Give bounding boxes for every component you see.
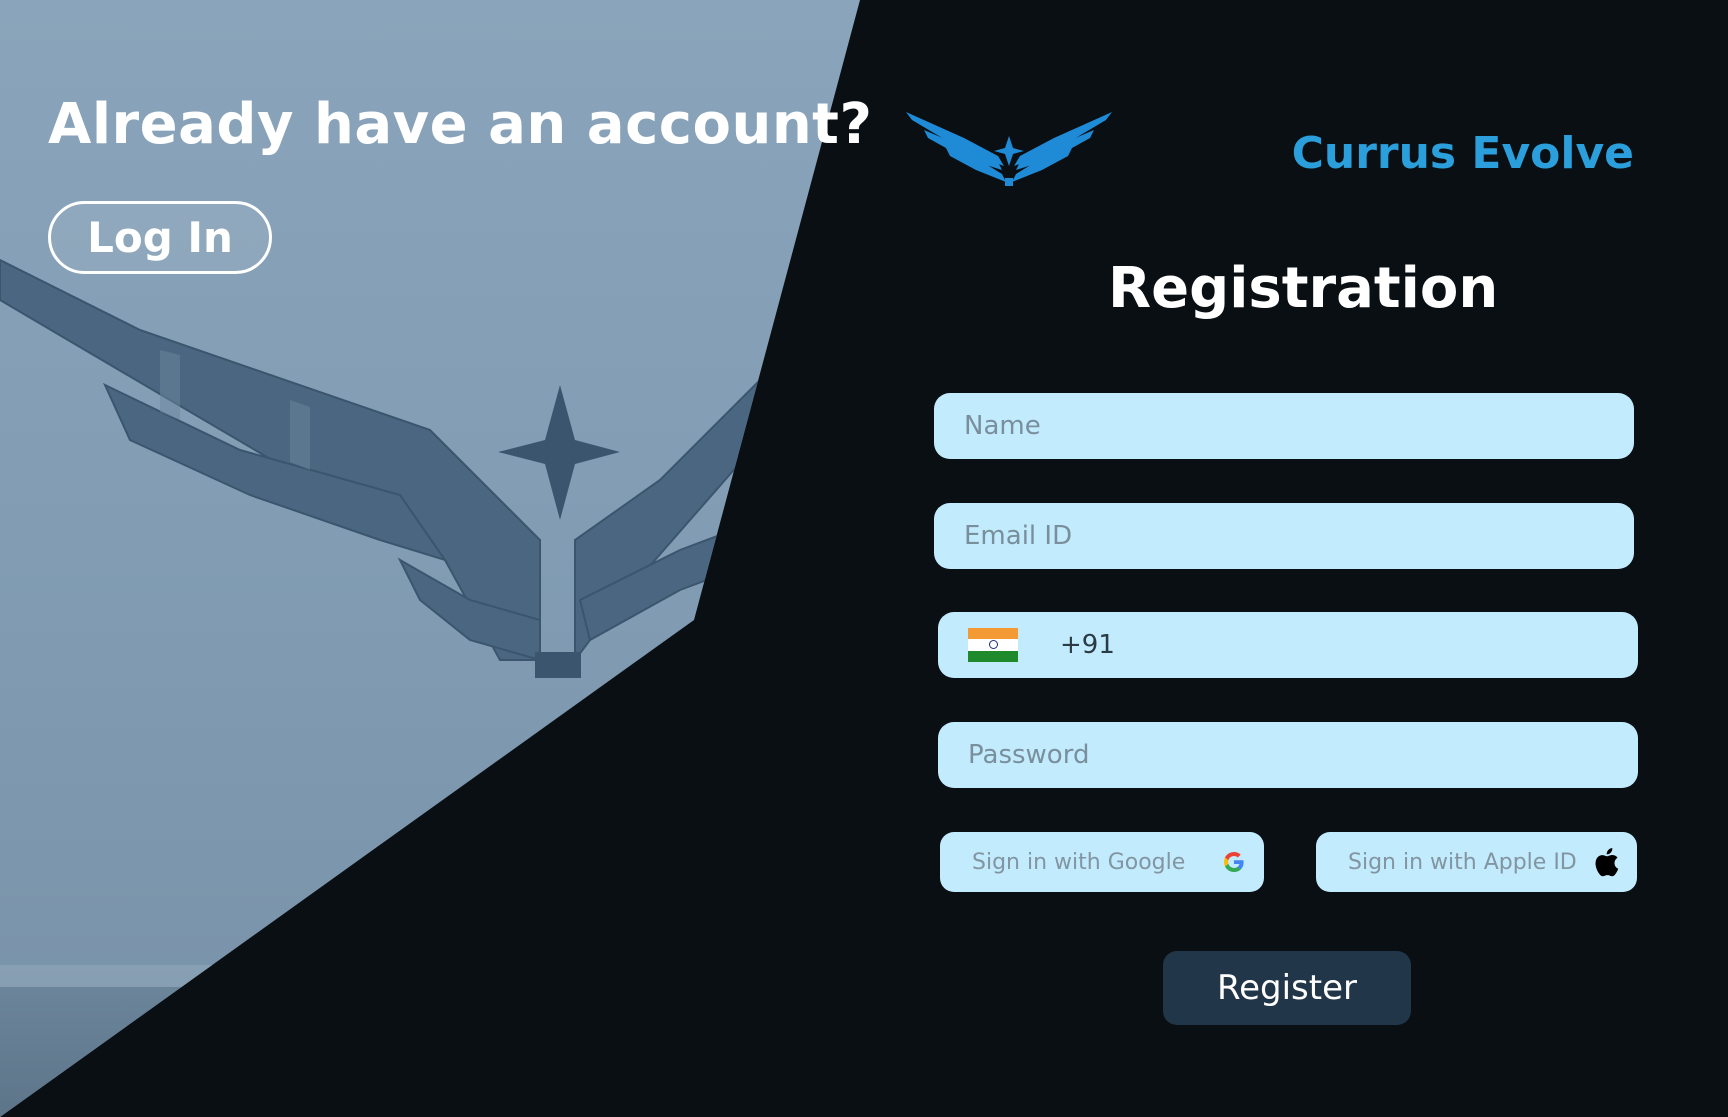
email-field[interactable]: [934, 503, 1634, 569]
apple-signin-label: Sign in with Apple ID: [1348, 849, 1577, 875]
already-have-account-heading: Already have an account?: [48, 92, 873, 157]
email-input[interactable]: [962, 520, 1634, 552]
login-button[interactable]: Log In: [48, 201, 272, 274]
phone-field[interactable]: +91: [938, 612, 1638, 678]
currus-logo-icon: [906, 112, 1112, 186]
register-button[interactable]: Register: [1163, 951, 1411, 1025]
floor-line: [0, 965, 700, 987]
wall-emblem-image: [0, 258, 760, 678]
brand-name: Currus Evolve: [1291, 128, 1634, 179]
floor-area: [0, 965, 700, 1117]
google-signin-label: Sign in with Google: [972, 849, 1186, 875]
password-field[interactable]: [938, 722, 1638, 788]
google-icon: [1224, 852, 1244, 872]
name-field[interactable]: [934, 393, 1634, 459]
phone-country-code: +91: [1060, 630, 1115, 660]
google-signin-button[interactable]: Sign in with Google: [940, 832, 1264, 892]
apple-icon: [1595, 848, 1619, 877]
registration-title: Registration: [1108, 256, 1499, 321]
apple-signin-button[interactable]: Sign in with Apple ID: [1316, 832, 1637, 892]
password-input[interactable]: [966, 739, 1638, 771]
india-flag-icon[interactable]: [968, 628, 1018, 662]
name-input[interactable]: [962, 410, 1634, 442]
